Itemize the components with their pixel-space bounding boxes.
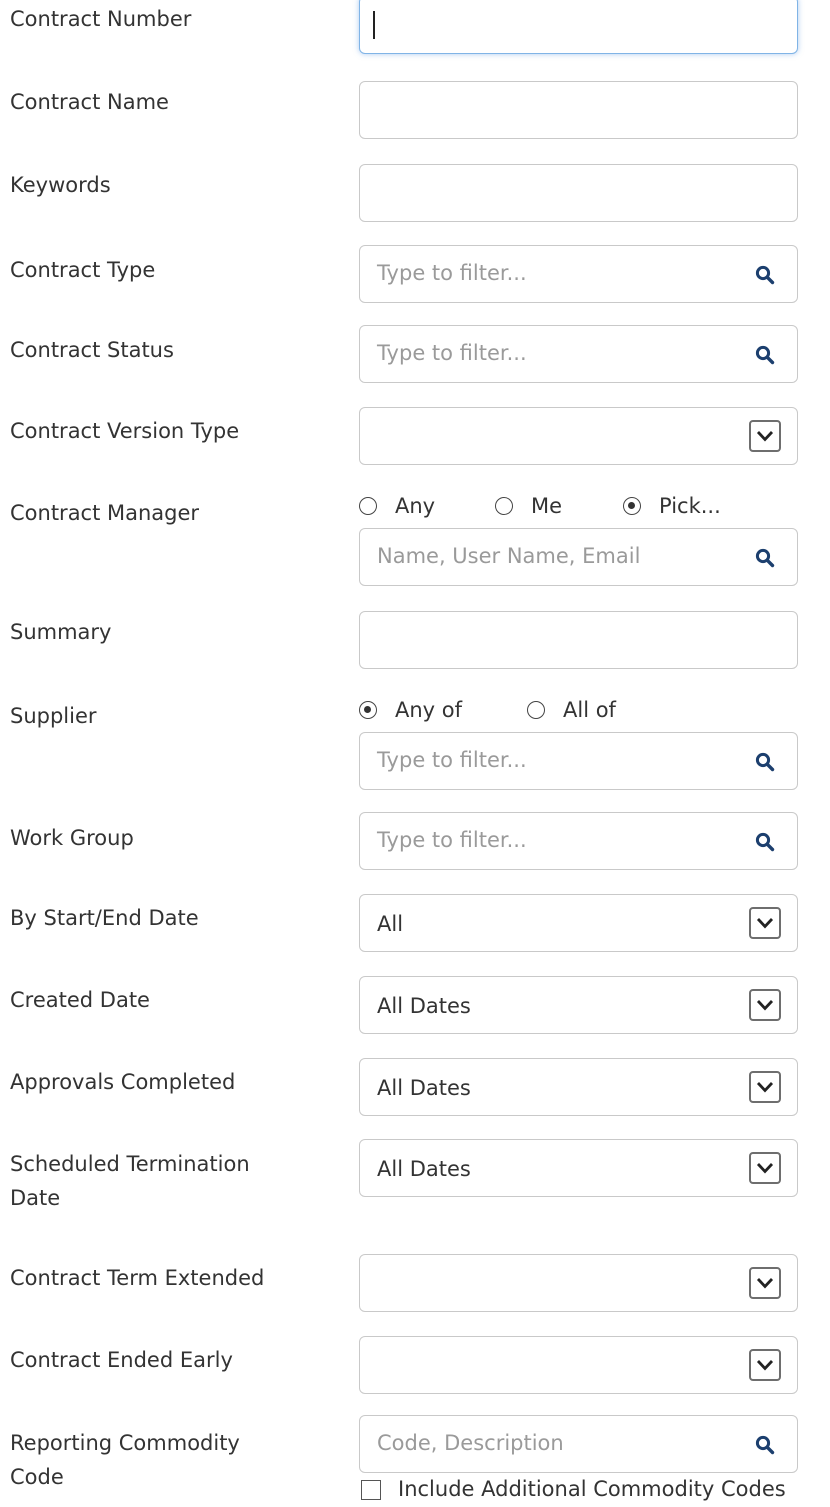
- contract-number-input[interactable]: [359, 0, 798, 54]
- contract-type-placeholder: Type to filter...: [377, 261, 527, 285]
- contract-manager-input[interactable]: Name, User Name, Email: [359, 528, 798, 586]
- dropdown-button[interactable]: [749, 1152, 781, 1184]
- approvals-completed-select[interactable]: All Dates: [359, 1058, 798, 1116]
- reporting-commodity-code-label: Reporting Commodity Code: [10, 1426, 310, 1494]
- search-icon[interactable]: [755, 548, 775, 568]
- checkbox-label: Include Additional Commodity Codes: [398, 1477, 786, 1501]
- by-start-end-date-label: By Start/End Date: [10, 906, 199, 930]
- chevron-down-icon: [756, 429, 774, 443]
- search-icon[interactable]: [755, 752, 775, 772]
- reporting-commodity-code-placeholder: Code, Description: [377, 1431, 564, 1455]
- supplier-label: Supplier: [10, 704, 97, 728]
- contract-name-input[interactable]: [359, 81, 798, 139]
- contract-manager-label: Contract Manager: [10, 501, 200, 525]
- radio-label: Pick...: [659, 494, 721, 518]
- summary-label: Summary: [10, 620, 112, 644]
- created-date-label: Created Date: [10, 988, 150, 1012]
- scheduled-termination-date-select[interactable]: All Dates: [359, 1139, 798, 1197]
- approvals-completed-value: All Dates: [377, 1076, 471, 1100]
- scheduled-termination-date-label: Scheduled Termination Date: [10, 1147, 310, 1215]
- created-date-select[interactable]: All Dates: [359, 976, 798, 1034]
- keywords-label: Keywords: [10, 173, 111, 197]
- dropdown-button[interactable]: [749, 1267, 781, 1299]
- label-line: Scheduled Termination: [10, 1152, 250, 1176]
- contract-status-placeholder: Type to filter...: [377, 341, 527, 365]
- approvals-completed-label: Approvals Completed: [10, 1070, 236, 1094]
- contract-name-label: Contract Name: [10, 90, 169, 114]
- search-icon[interactable]: [755, 832, 775, 852]
- radio-circle: [359, 497, 377, 515]
- by-start-end-date-value: All: [377, 912, 404, 936]
- dropdown-button[interactable]: [749, 989, 781, 1021]
- work-group-label: Work Group: [10, 826, 134, 850]
- radio-circle: [495, 497, 513, 515]
- search-icon[interactable]: [755, 345, 775, 365]
- contract-ended-early-label: Contract Ended Early: [10, 1348, 233, 1372]
- radio-circle-selected: [359, 701, 377, 719]
- by-start-end-date-select[interactable]: All: [359, 894, 798, 952]
- dropdown-button[interactable]: [749, 1071, 781, 1103]
- contract-type-input[interactable]: Type to filter...: [359, 245, 798, 303]
- supplier-placeholder: Type to filter...: [377, 748, 527, 772]
- supplier-input[interactable]: Type to filter...: [359, 732, 798, 790]
- radio-circle: [527, 701, 545, 719]
- radio-circle-selected: [623, 497, 641, 515]
- contract-term-extended-select[interactable]: [359, 1254, 798, 1312]
- contract-ended-early-select[interactable]: [359, 1336, 798, 1394]
- chevron-down-icon: [756, 1276, 774, 1290]
- chevron-down-icon: [756, 916, 774, 930]
- radio-label: Any of: [395, 698, 463, 722]
- label-line: Code: [10, 1465, 64, 1489]
- keywords-input[interactable]: [359, 164, 798, 222]
- checkbox-box[interactable]: [361, 1480, 381, 1500]
- summary-input[interactable]: [359, 611, 798, 669]
- text-caret: [373, 11, 375, 39]
- label-line: Date: [10, 1186, 61, 1210]
- dropdown-button[interactable]: [749, 907, 781, 939]
- contract-status-input[interactable]: Type to filter...: [359, 325, 798, 383]
- dropdown-button[interactable]: [749, 1349, 781, 1381]
- label-line: Reporting Commodity: [10, 1431, 240, 1455]
- contract-status-label: Contract Status: [10, 338, 174, 362]
- search-icon[interactable]: [755, 1435, 775, 1455]
- work-group-input[interactable]: Type to filter...: [359, 812, 798, 870]
- contract-manager-placeholder: Name, User Name, Email: [377, 544, 641, 568]
- work-group-placeholder: Type to filter...: [377, 828, 527, 852]
- chevron-down-icon: [756, 998, 774, 1012]
- dropdown-button[interactable]: [749, 420, 781, 452]
- search-icon[interactable]: [755, 265, 775, 285]
- radio-label: Any: [395, 494, 436, 518]
- contract-number-label: Contract Number: [10, 7, 192, 31]
- radio-label: Me: [531, 494, 563, 518]
- contract-version-type-label: Contract Version Type: [10, 419, 240, 443]
- chevron-down-icon: [756, 1080, 774, 1094]
- contract-term-extended-label: Contract Term Extended: [10, 1266, 265, 1290]
- radio-label: All of: [563, 698, 616, 722]
- chevron-down-icon: [756, 1358, 774, 1372]
- contract-version-type-select[interactable]: [359, 407, 798, 465]
- chevron-down-icon: [756, 1161, 774, 1175]
- created-date-value: All Dates: [377, 994, 471, 1018]
- reporting-commodity-code-input[interactable]: Code, Description: [359, 1415, 798, 1473]
- scheduled-termination-date-value: All Dates: [377, 1157, 471, 1181]
- contract-type-label: Contract Type: [10, 258, 156, 282]
